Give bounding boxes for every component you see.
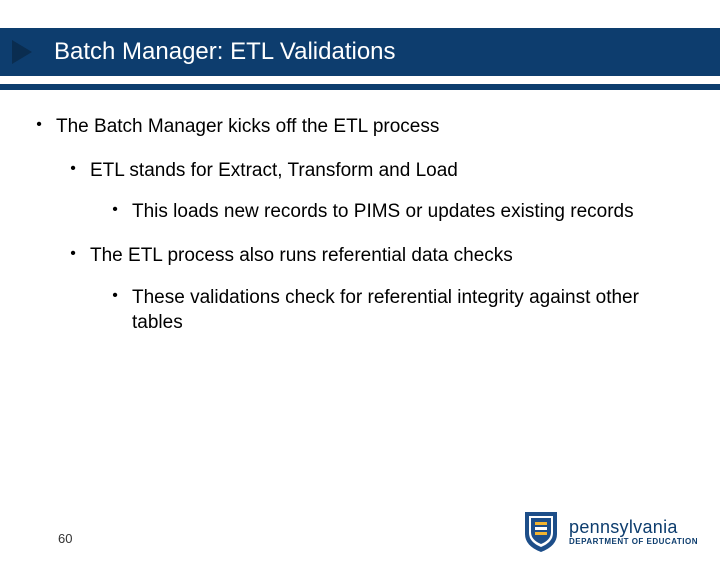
footer-logo: pennsylvania DEPARTMENT OF EDUCATION	[521, 510, 698, 554]
title-bar: Batch Manager: ETL Validations	[0, 28, 720, 76]
title-arrow-icon	[12, 40, 32, 64]
bullet-icon: •	[106, 285, 124, 307]
logo-main-text: pennsylvania	[569, 518, 698, 536]
pa-shield-icon	[521, 510, 561, 554]
list-item: • The ETL process also runs referential …	[64, 243, 690, 336]
bullet-icon: •	[64, 158, 82, 180]
bullet-icon: •	[30, 114, 48, 136]
slide-title: Batch Manager: ETL Validations	[54, 38, 396, 66]
logo-text: pennsylvania DEPARTMENT OF EDUCATION	[569, 518, 698, 546]
list-item: • These validations check for referentia…	[106, 285, 690, 336]
list-item: • This loads new records to PIMS or upda…	[106, 199, 690, 225]
content-area: • The Batch Manager kicks off the ETL pr…	[0, 90, 720, 336]
bullet-text: These validations check for referential …	[132, 285, 690, 336]
bullet-text: The ETL process also runs referential da…	[90, 243, 513, 269]
list-item: • The Batch Manager kicks off the ETL pr…	[30, 114, 690, 336]
logo-sub-text: DEPARTMENT OF EDUCATION	[569, 538, 698, 546]
page-number: 60	[58, 531, 72, 546]
bullet-icon: •	[64, 243, 82, 265]
bullet-text: The Batch Manager kicks off the ETL proc…	[56, 114, 439, 140]
bullet-icon: •	[106, 199, 124, 221]
bullet-text: This loads new records to PIMS or update…	[132, 199, 634, 225]
bullet-text: ETL stands for Extract, Transform and Lo…	[90, 158, 458, 184]
list-item: • ETL stands for Extract, Transform and …	[64, 158, 690, 225]
